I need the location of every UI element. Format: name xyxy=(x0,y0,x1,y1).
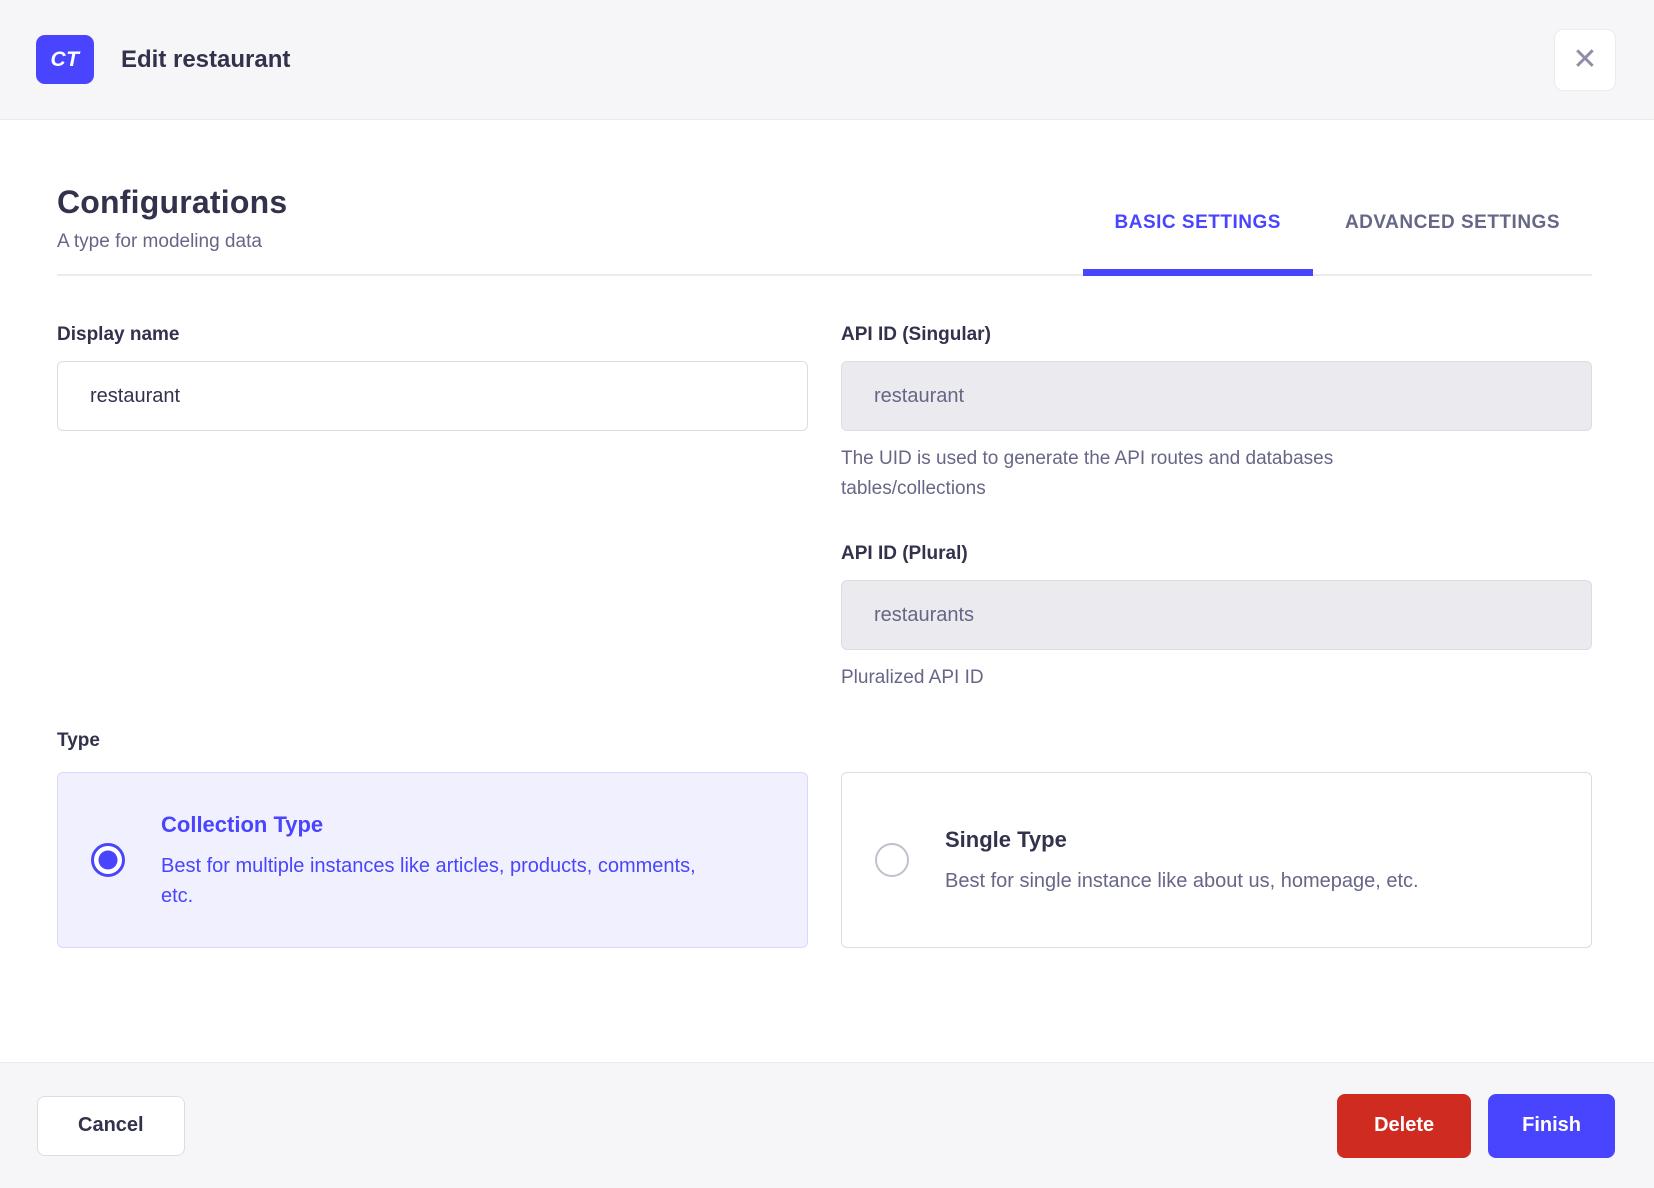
single-type-card[interactable]: Single Type Best for single instance lik… xyxy=(841,772,1592,948)
api-id-singular-input xyxy=(841,361,1592,431)
single-type-title: Single Type xyxy=(945,827,1419,853)
settings-tabs: BASIC SETTINGS ADVANCED SETTINGS xyxy=(1083,212,1592,274)
single-type-description: Best for single instance like about us, … xyxy=(945,866,1419,896)
settings-form: Display name API ID (Singular) The UID i… xyxy=(57,324,1592,693)
tab-advanced-settings[interactable]: ADVANCED SETTINGS xyxy=(1313,212,1592,274)
modal-footer: Cancel Delete Finish xyxy=(0,1062,1654,1188)
radio-unchecked-icon[interactable] xyxy=(875,843,909,877)
close-button[interactable]: ✕ xyxy=(1554,29,1616,91)
close-icon: ✕ xyxy=(1572,45,1597,75)
form-right-column: API ID (Singular) The UID is used to gen… xyxy=(841,324,1592,693)
modal-body: Configurations A type for modeling data … xyxy=(0,120,1654,1062)
api-id-singular-hint: The UID is used to generate the API rout… xyxy=(841,444,1481,504)
content-type-badge: CT xyxy=(36,35,94,84)
modal-header: CT Edit restaurant ✕ xyxy=(0,0,1654,120)
api-id-plural-hint: Pluralized API ID xyxy=(841,663,1481,693)
section-titles: Configurations A type for modeling data xyxy=(57,184,287,274)
collection-type-card[interactable]: Collection Type Best for multiple instan… xyxy=(57,772,808,948)
collection-type-description: Best for multiple instances like article… xyxy=(161,851,713,911)
api-id-plural-label: API ID (Plural) xyxy=(841,543,1592,565)
tab-basic-settings[interactable]: BASIC SETTINGS xyxy=(1083,212,1313,274)
display-name-field: Display name xyxy=(57,324,808,431)
modal-title: Edit restaurant xyxy=(121,46,290,74)
edit-content-type-modal: CT Edit restaurant ✕ Configurations A ty… xyxy=(0,0,1654,1188)
type-section: Type Collection Type Best for multiple i… xyxy=(57,730,1592,948)
type-label: Type xyxy=(57,730,1592,752)
api-id-plural-field: API ID (Plural) Pluralized API ID xyxy=(841,543,1592,693)
api-id-singular-label: API ID (Singular) xyxy=(841,324,1592,346)
display-name-label: Display name xyxy=(57,324,808,346)
section-header-row: Configurations A type for modeling data … xyxy=(57,184,1592,276)
modal-header-left: CT Edit restaurant xyxy=(36,35,290,84)
display-name-input[interactable] xyxy=(57,361,808,431)
page-title: Configurations xyxy=(57,184,287,221)
finish-button[interactable]: Finish xyxy=(1488,1094,1615,1158)
radio-checked-icon[interactable] xyxy=(91,843,125,877)
page-subtitle: A type for modeling data xyxy=(57,231,287,253)
cancel-button[interactable]: Cancel xyxy=(37,1096,185,1156)
single-type-text: Single Type Best for single instance lik… xyxy=(945,825,1419,896)
collection-type-title: Collection Type xyxy=(161,812,713,838)
collection-type-text: Collection Type Best for multiple instan… xyxy=(161,810,713,911)
type-options: Collection Type Best for multiple instan… xyxy=(57,772,1592,948)
api-id-singular-field: API ID (Singular) The UID is used to gen… xyxy=(841,324,1592,504)
form-left-column: Display name xyxy=(57,324,808,431)
api-id-plural-input xyxy=(841,580,1592,650)
delete-button[interactable]: Delete xyxy=(1337,1094,1471,1158)
footer-actions: Delete Finish xyxy=(1337,1094,1615,1158)
